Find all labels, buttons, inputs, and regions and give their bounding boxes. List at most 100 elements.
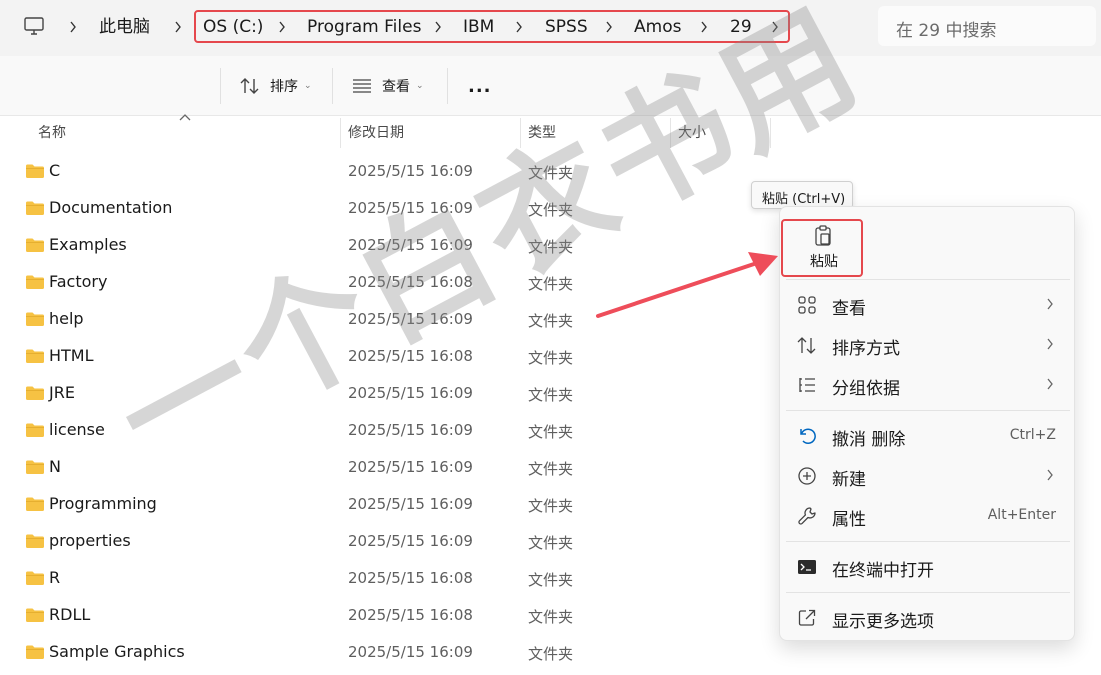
file-type: 文件夹 (528, 423, 574, 441)
file-type: 文件夹 (528, 164, 574, 182)
search-input[interactable]: 在 29 中搜索 (878, 6, 1096, 46)
file-name: JRE (49, 383, 75, 402)
column-header-modified[interactable]: 修改日期 (348, 122, 404, 142)
file-modified-date: 2025/5/15 16:08 (348, 569, 473, 587)
view-label: 查看 (382, 79, 410, 95)
menu-item-shortcut: Ctrl+Z (1009, 427, 1056, 443)
file-modified-date: 2025/5/15 16:08 (348, 606, 473, 624)
menu-item-sort-by[interactable]: 排序方式 (780, 326, 1076, 364)
toolbar-divider (332, 68, 333, 104)
chevron-right-icon[interactable] (431, 16, 445, 38)
folder-icon (26, 571, 44, 585)
menu-item-open-in-terminal[interactable]: 在终端中打开 (780, 548, 1076, 586)
paste-tooltip: 粘贴 (Ctrl+V) (751, 181, 853, 209)
breadcrumb-ibm[interactable]: IBM (463, 16, 494, 38)
file-name: properties (49, 531, 131, 550)
column-header-type[interactable]: 类型 (528, 122, 556, 142)
file-row[interactable]: help 2025/5/15 16:09 文件夹 (0, 301, 780, 338)
folder-icon (26, 608, 44, 622)
file-row[interactable]: Examples 2025/5/15 16:09 文件夹 (0, 227, 780, 264)
add-circle-icon (798, 467, 816, 485)
file-type: 文件夹 (528, 201, 574, 219)
column-header-size[interactable]: 大小 (678, 122, 706, 142)
folder-icon (26, 386, 44, 400)
computer-icon[interactable] (22, 14, 46, 38)
file-row[interactable]: RDLL 2025/5/15 16:08 文件夹 (0, 597, 780, 634)
file-type: 文件夹 (528, 386, 574, 404)
file-row[interactable]: Programming 2025/5/15 16:09 文件夹 (0, 486, 780, 523)
file-modified-date: 2025/5/15 16:08 (348, 273, 473, 291)
file-modified-date: 2025/5/15 16:09 (348, 384, 473, 402)
view-list-icon (353, 79, 371, 93)
chevron-right-icon[interactable] (171, 16, 185, 38)
menu-item-show-more-options[interactable]: 显示更多选项 (780, 599, 1076, 637)
menu-item-properties[interactable]: 属性 Alt+Enter (780, 497, 1076, 535)
terminal-icon (798, 560, 816, 574)
chevron-down-icon: ⌄ (416, 81, 424, 91)
file-name: Programming (49, 494, 157, 513)
breadcrumb-program-files[interactable]: Program Files (307, 16, 421, 38)
file-row[interactable]: JRE 2025/5/15 16:09 文件夹 (0, 375, 780, 412)
grid-view-icon (798, 296, 816, 314)
file-modified-date: 2025/5/15 16:09 (348, 421, 473, 439)
file-type: 文件夹 (528, 645, 574, 663)
file-row[interactable]: properties 2025/5/15 16:09 文件夹 (0, 523, 780, 560)
menu-item-label: 排序方式 (832, 339, 900, 359)
chevron-right-icon[interactable] (697, 16, 711, 38)
chevron-right-icon[interactable] (768, 16, 782, 38)
chevron-right-icon[interactable] (512, 16, 526, 38)
column-header-name[interactable]: 名称 (38, 122, 66, 142)
breadcrumb-this-pc[interactable]: 此电脑 (99, 16, 150, 38)
file-name: license (49, 420, 105, 439)
file-row[interactable]: Sample Graphics 2025/5/15 16:09 文件夹 (0, 634, 780, 671)
menu-item-label: 分组依据 (832, 379, 900, 399)
menu-item-label: 属性 (832, 510, 866, 530)
file-modified-date: 2025/5/15 16:09 (348, 532, 473, 550)
column-divider[interactable] (340, 118, 341, 148)
chevron-right-icon[interactable] (275, 16, 289, 38)
sort-button[interactable]: 排序 ⌄ (240, 74, 312, 98)
menu-item-view[interactable]: 查看 (780, 286, 1076, 324)
more-options-button[interactable]: ... (468, 74, 492, 98)
toolbar-divider (447, 68, 448, 104)
command-bar: 排序 ⌄ 查看 ⌄ ... (0, 56, 1101, 116)
file-modified-date: 2025/5/15 16:09 (348, 458, 473, 476)
folder-icon (26, 312, 44, 326)
breadcrumb-amos[interactable]: Amos (634, 16, 681, 38)
file-type: 文件夹 (528, 497, 574, 515)
column-divider[interactable] (520, 118, 521, 148)
menu-item-new[interactable]: 新建 (780, 457, 1076, 495)
file-row[interactable]: Factory 2025/5/15 16:08 文件夹 (0, 264, 780, 301)
column-divider[interactable] (670, 118, 671, 148)
file-row[interactable]: Documentation 2025/5/15 16:09 文件夹 (0, 190, 780, 227)
file-name: RDLL (49, 605, 91, 624)
chevron-right-icon[interactable] (602, 16, 616, 38)
column-divider[interactable] (770, 118, 771, 148)
file-row[interactable]: R 2025/5/15 16:08 文件夹 (0, 560, 780, 597)
folder-icon (26, 275, 44, 289)
file-row[interactable]: N 2025/5/15 16:09 文件夹 (0, 449, 780, 486)
folder-icon (26, 645, 44, 659)
breadcrumb-os-c[interactable]: OS (C:) (203, 16, 263, 38)
menu-item-group-by[interactable]: 分组依据 (780, 366, 1076, 404)
menu-separator (786, 592, 1070, 593)
sort-label: 排序 (270, 79, 298, 95)
menu-item-label: 在终端中打开 (832, 561, 934, 581)
menu-separator (786, 541, 1070, 542)
file-modified-date: 2025/5/15 16:09 (348, 199, 473, 217)
file-row[interactable]: C 2025/5/15 16:09 文件夹 (0, 153, 780, 190)
breadcrumb-spss[interactable]: SPSS (545, 16, 588, 38)
wrench-icon (798, 507, 816, 525)
file-row[interactable]: license 2025/5/15 16:09 文件夹 (0, 412, 780, 449)
menu-separator (786, 410, 1070, 411)
file-row[interactable]: HTML 2025/5/15 16:08 文件夹 (0, 338, 780, 375)
group-list-icon (799, 378, 815, 392)
view-button[interactable]: 查看 ⌄ (352, 74, 424, 98)
file-name: R (49, 568, 61, 587)
paste-button[interactable]: 粘贴 (781, 219, 863, 277)
file-type: 文件夹 (528, 275, 574, 293)
file-type: 文件夹 (528, 608, 574, 626)
breadcrumb-29[interactable]: 29 (730, 16, 752, 38)
chevron-right-icon[interactable] (66, 16, 80, 38)
menu-item-undo-delete[interactable]: 撤消 删除 Ctrl+Z (780, 417, 1076, 455)
